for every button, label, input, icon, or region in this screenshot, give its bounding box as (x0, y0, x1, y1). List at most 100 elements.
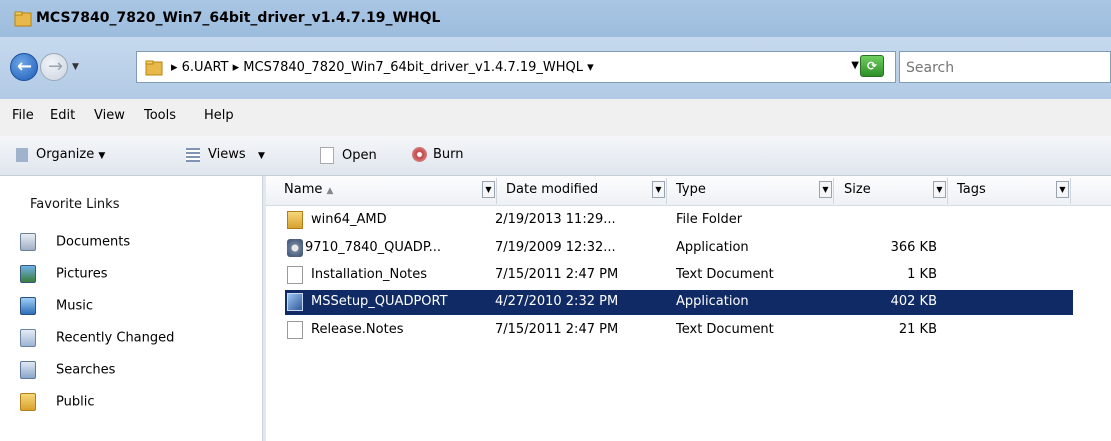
menu-help[interactable]: Help (204, 108, 234, 123)
chevron-down-icon: ▼ (98, 151, 106, 161)
file-name: Installation_Notes (311, 267, 428, 282)
column-header-row: Name ▲ ▼ Date modified ▼ Type ▼ Size ▼ T… (266, 176, 1111, 206)
documents-icon (20, 233, 36, 251)
column-divider[interactable] (496, 178, 497, 204)
sidebar-item-public[interactable]: Public (20, 393, 94, 411)
column-type-filter-icon[interactable]: ▼ (819, 181, 832, 198)
pictures-icon (20, 265, 36, 283)
column-name-label: Name (284, 182, 323, 197)
file-type: File Folder (676, 212, 743, 227)
column-header-type[interactable]: Type (676, 182, 706, 197)
column-header-size[interactable]: Size (844, 182, 871, 197)
refresh-button[interactable]: ⟳ (860, 55, 884, 77)
recently-changed-icon (20, 329, 36, 347)
menu-edit[interactable]: Edit (50, 108, 75, 123)
views-button[interactable]: Views ▼ (186, 147, 265, 162)
organize-icon (16, 147, 28, 162)
address-dropdown-icon[interactable]: ▼ (851, 60, 859, 71)
menu-view[interactable]: View (94, 108, 125, 123)
sidebar-item-searches[interactable]: Searches (20, 361, 115, 379)
menu-tools[interactable]: Tools (144, 108, 176, 123)
file-name: win64_AMD (311, 212, 387, 227)
back-button[interactable]: ← (10, 53, 38, 81)
column-divider[interactable] (666, 178, 667, 204)
sidebar-item-label: Searches (56, 362, 116, 378)
burn-label: Burn (433, 147, 464, 162)
column-tags-filter-icon[interactable]: ▼ (1056, 181, 1069, 198)
column-header-tags[interactable]: Tags (957, 182, 986, 197)
column-size-filter-icon[interactable]: ▼ (933, 181, 946, 198)
refresh-icon: ⟳ (866, 59, 878, 73)
menu-bar: File Edit View Tools Help (0, 99, 1111, 136)
folder-icon (287, 211, 303, 229)
file-name: 9710_7840_QUADP... (305, 240, 442, 255)
sidebar-item-label: Documents (56, 234, 131, 250)
folder-icon (14, 11, 32, 27)
column-divider[interactable] (947, 178, 948, 204)
favorite-links-heading: Favorite Links (30, 197, 120, 212)
sidebar-item-pictures[interactable]: Pictures (20, 265, 107, 283)
sidebar-item-label: Recently Changed (56, 330, 175, 346)
command-toolbar: Organize ▼ Views ▼ Open Burn (0, 136, 1111, 176)
sidebar-item-label: Pictures (56, 266, 108, 282)
sidebar-item-label: Music (56, 298, 93, 314)
menu-file[interactable]: File (12, 108, 34, 123)
search-box[interactable] (899, 51, 1111, 83)
sidebar-item-recently-changed[interactable]: Recently Changed (20, 329, 174, 347)
back-arrow-icon: ← (17, 56, 33, 77)
file-type: Application (676, 294, 749, 309)
column-divider[interactable] (1070, 178, 1071, 204)
file-date: 7/15/2011 2:47 PM (495, 322, 619, 337)
sort-ascending-icon: ▲ (326, 186, 334, 196)
setup-application-icon (287, 239, 303, 257)
sidebar-item-music[interactable]: Music (20, 297, 93, 315)
file-date: 7/19/2009 12:32... (495, 240, 616, 255)
organize-button[interactable]: Organize ▼ (16, 147, 105, 162)
file-size: 1 KB (907, 267, 937, 282)
forward-button[interactable]: → (40, 53, 68, 81)
column-name-filter-icon[interactable]: ▼ (482, 181, 495, 198)
address-bar[interactable]: ▸ 6.UART ▸ MCS7840_7820_Win7_64bit_drive… (136, 51, 896, 83)
public-folder-icon (20, 393, 36, 411)
recent-pages-dropdown-icon[interactable]: ▼ (72, 62, 79, 72)
file-row[interactable]: win64_AMD 2/19/2013 11:29... File Folder (285, 208, 1073, 233)
burn-disc-icon (412, 147, 427, 162)
column-header-date[interactable]: Date modified (506, 182, 598, 197)
file-date: 7/15/2011 2:47 PM (495, 267, 619, 282)
burn-button[interactable]: Burn (412, 147, 464, 162)
text-document-icon (287, 321, 303, 339)
forward-arrow-icon: → (48, 56, 64, 77)
file-row[interactable]: Installation_Notes 7/15/2011 2:47 PM Tex… (285, 263, 1073, 288)
chevron-down-icon: ▼ (258, 151, 265, 161)
file-row[interactable]: 9710_7840_QUADP... 7/19/2009 12:32... Ap… (285, 236, 1073, 261)
file-type: Text Document (676, 322, 774, 337)
text-document-icon (287, 266, 303, 284)
folder-icon (145, 60, 163, 76)
file-row-selected[interactable]: MSSetup_QUADPORT 4/27/2010 2:32 PM Appli… (285, 290, 1073, 315)
file-name: Release.Notes (311, 322, 404, 337)
file-type: Text Document (676, 267, 774, 282)
column-date-filter-icon[interactable]: ▼ (652, 181, 665, 198)
file-size: 402 KB (890, 294, 937, 309)
sidebar-item-label: Public (56, 394, 95, 410)
open-button[interactable]: Open (320, 147, 377, 164)
search-input[interactable] (904, 57, 1108, 79)
file-row[interactable]: Release.Notes 7/15/2011 2:47 PM Text Doc… (285, 318, 1073, 343)
file-name: MSSetup_QUADPORT (311, 294, 448, 309)
application-icon (287, 293, 303, 311)
file-size: 366 KB (890, 240, 937, 255)
music-icon (20, 297, 36, 315)
views-label: Views (208, 147, 246, 162)
title-bar: MCS7840_7820_Win7_64bit_driver_v1.4.7.19… (0, 0, 1111, 37)
views-icon (186, 147, 200, 162)
pane-splitter[interactable] (262, 176, 266, 441)
file-type: Application (676, 240, 749, 255)
searches-icon (20, 361, 36, 379)
open-label: Open (342, 148, 377, 163)
column-header-name[interactable]: Name ▲ (284, 182, 333, 197)
column-divider[interactable] (833, 178, 834, 204)
document-icon (320, 147, 334, 164)
breadcrumb[interactable]: ▸ 6.UART ▸ MCS7840_7820_Win7_64bit_drive… (171, 60, 594, 75)
window-title: MCS7840_7820_Win7_64bit_driver_v1.4.7.19… (36, 10, 441, 26)
sidebar-item-documents[interactable]: Documents (20, 233, 130, 251)
